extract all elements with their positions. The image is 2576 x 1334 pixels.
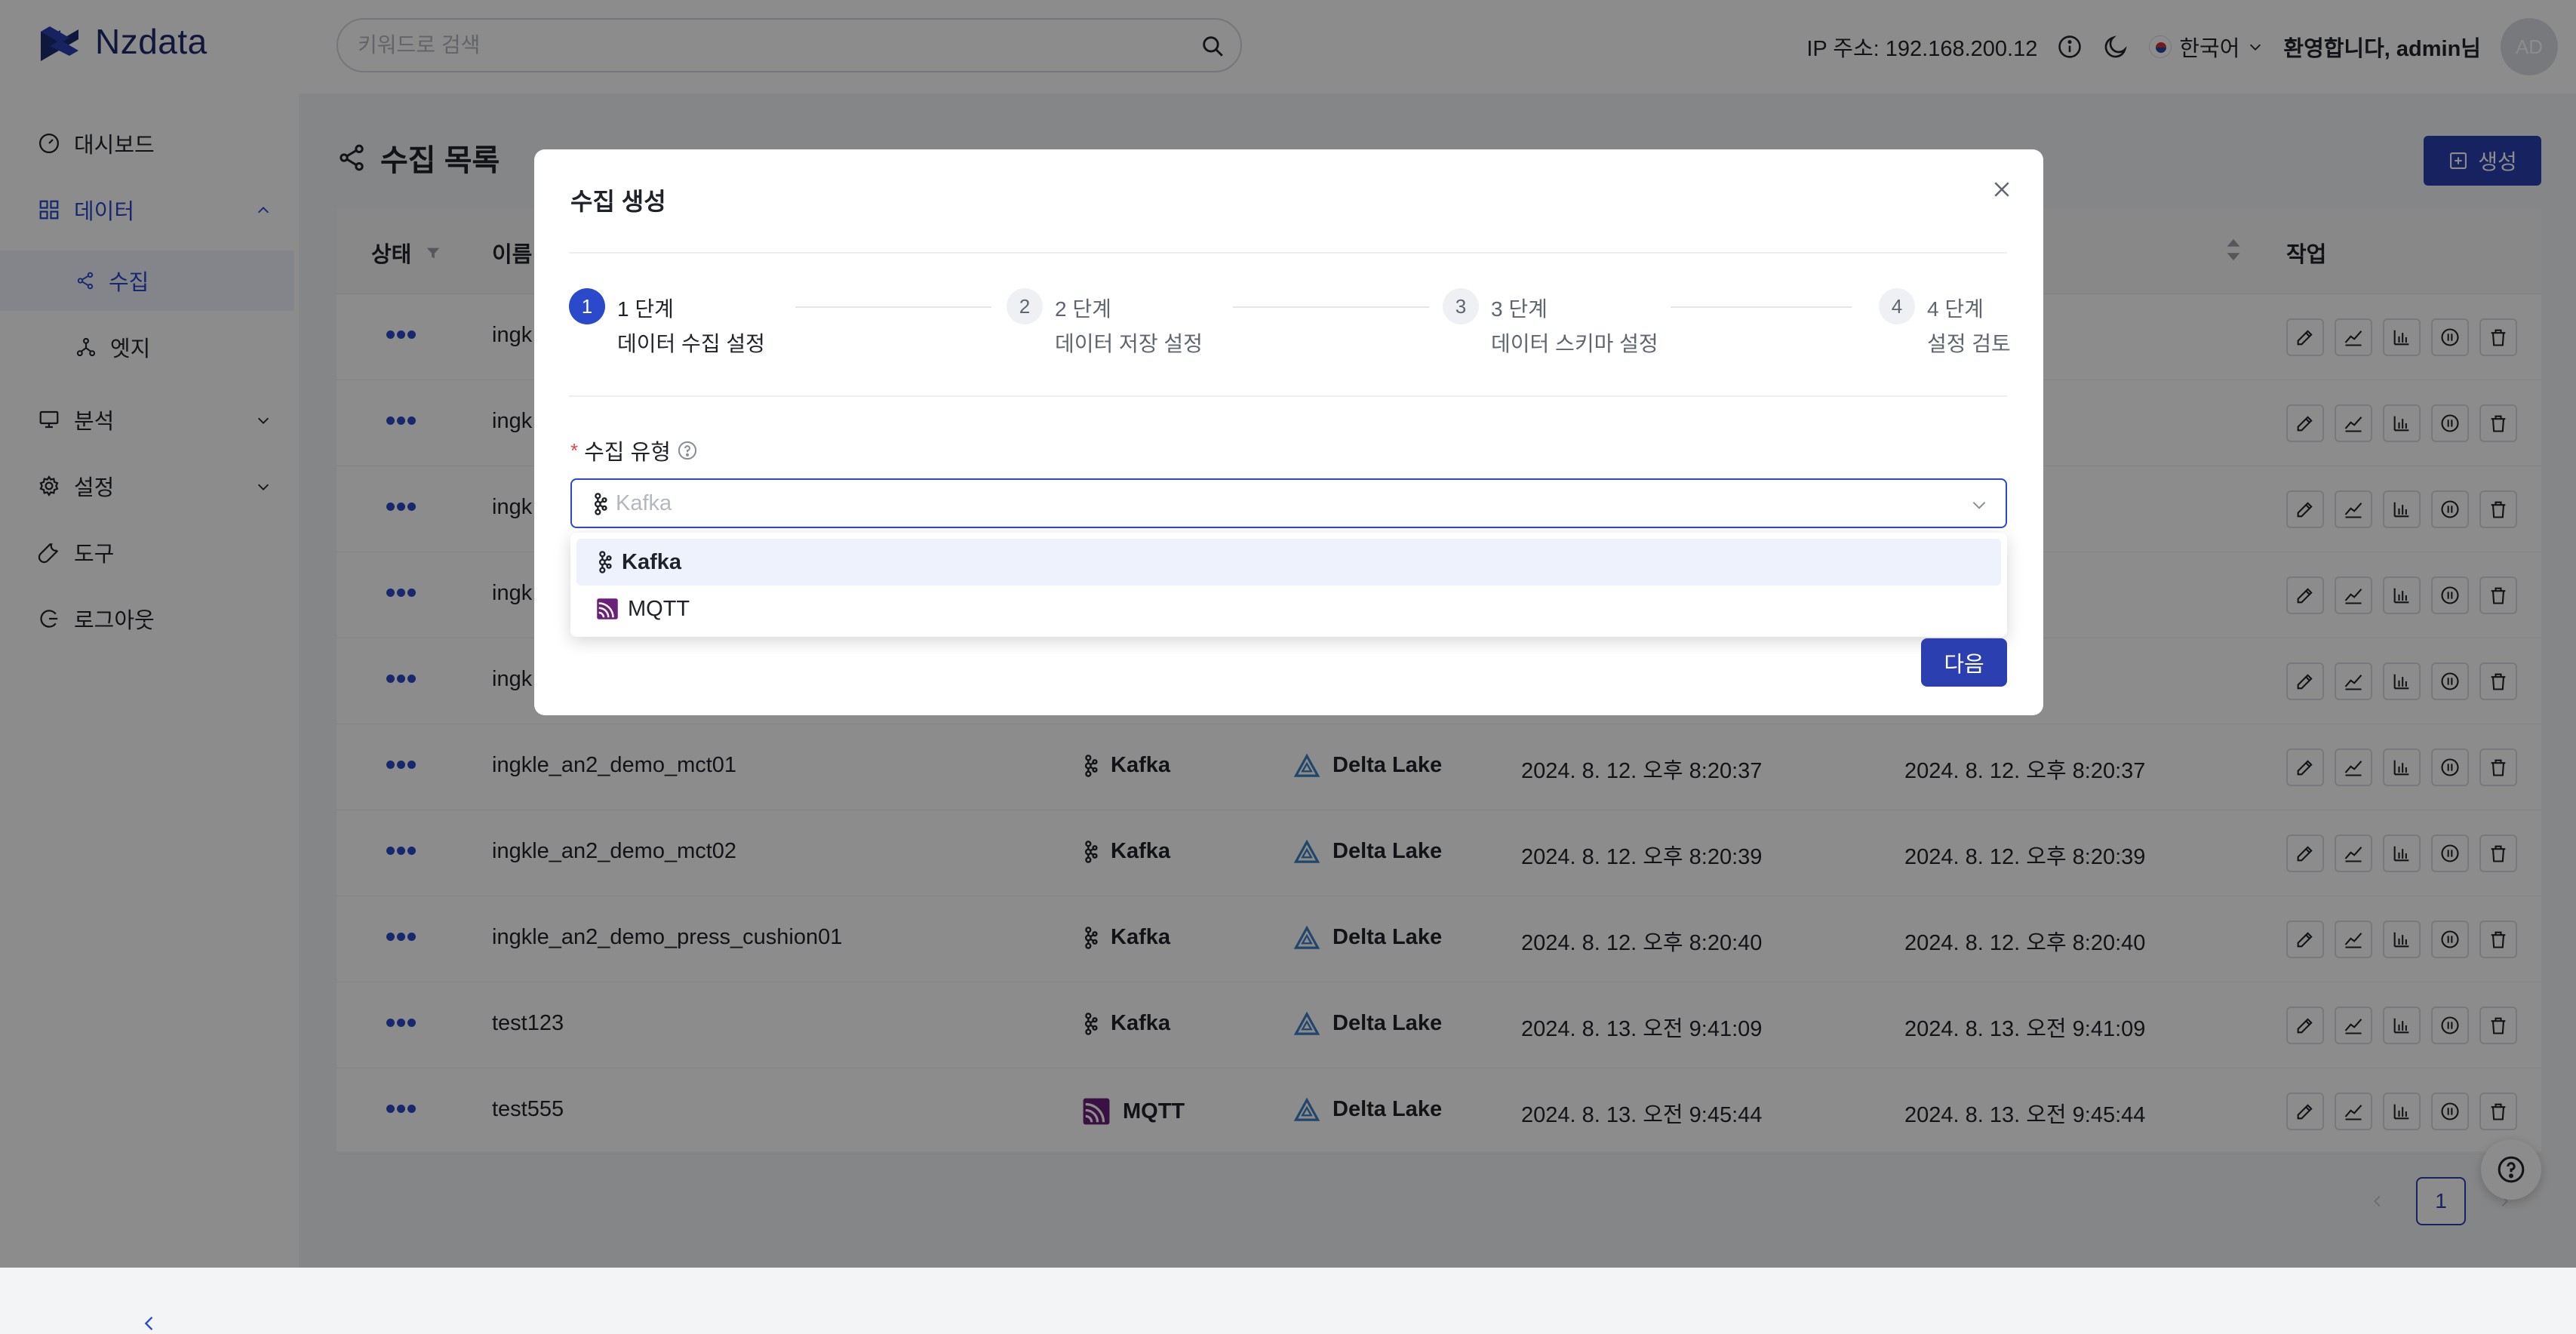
mqtt-icon — [597, 598, 618, 619]
step-connector — [795, 306, 991, 308]
option-mqtt[interactable]: MQTT — [576, 586, 2001, 632]
create-collection-modal: 수집 생성 1 1 단계 데이터 수집 설정 2 2 단계 데이터 저장 설정 … — [534, 149, 2043, 715]
step-2-number: 2 — [1007, 288, 1043, 324]
step-4-number: 4 — [1879, 288, 1915, 324]
option-mqtt-label: MQTT — [628, 596, 690, 621]
collection-type-dropdown: Kafka MQTT — [570, 533, 2007, 637]
step-1-number: 1 — [569, 288, 605, 324]
question-circle-icon[interactable] — [677, 440, 698, 461]
kafka-icon — [594, 493, 607, 515]
step-3-number: 3 — [1443, 288, 1479, 324]
option-kafka-label: Kafka — [622, 549, 681, 574]
next-button[interactable]: 다음 — [1921, 638, 2007, 687]
step-indicator: 1 1 단계 데이터 수집 설정 2 2 단계 데이터 저장 설정 3 3 단계… — [569, 288, 2011, 364]
collection-type-label: * 수집 유형 — [570, 435, 698, 466]
collection-type-select[interactable]: Kafka — [570, 478, 2007, 528]
step-3-desc: 데이터 스키마 설정 — [1491, 332, 1658, 355]
step-3-title: 3 단계 — [1491, 297, 1548, 321]
kafka-icon — [598, 551, 612, 573]
modal-divider — [569, 395, 2007, 397]
chevron-down-icon — [1972, 502, 1986, 509]
collapse-sidebar-icon[interactable] — [139, 1313, 160, 1334]
collection-type-label-text: 수집 유형 — [584, 441, 671, 465]
step-4-title: 4 단계 — [1927, 297, 1984, 321]
step-2-desc: 데이터 저장 설정 — [1055, 332, 1203, 355]
close-icon[interactable] — [1990, 178, 2013, 201]
step-connector — [1671, 306, 1852, 308]
select-placeholder: Kafka — [616, 491, 672, 515]
step-1-desc: 데이터 수집 설정 — [617, 332, 765, 355]
modal-divider — [569, 252, 2007, 254]
step-2-title: 2 단계 — [1055, 297, 1111, 321]
step-1-title: 1 단계 — [617, 297, 674, 321]
step-4-desc: 설정 검토 — [1927, 332, 2011, 355]
modal-title: 수집 생성 — [570, 188, 666, 215]
option-kafka[interactable]: Kafka — [576, 539, 2001, 586]
required-mark: * — [570, 438, 579, 462]
step-connector — [1233, 306, 1429, 308]
